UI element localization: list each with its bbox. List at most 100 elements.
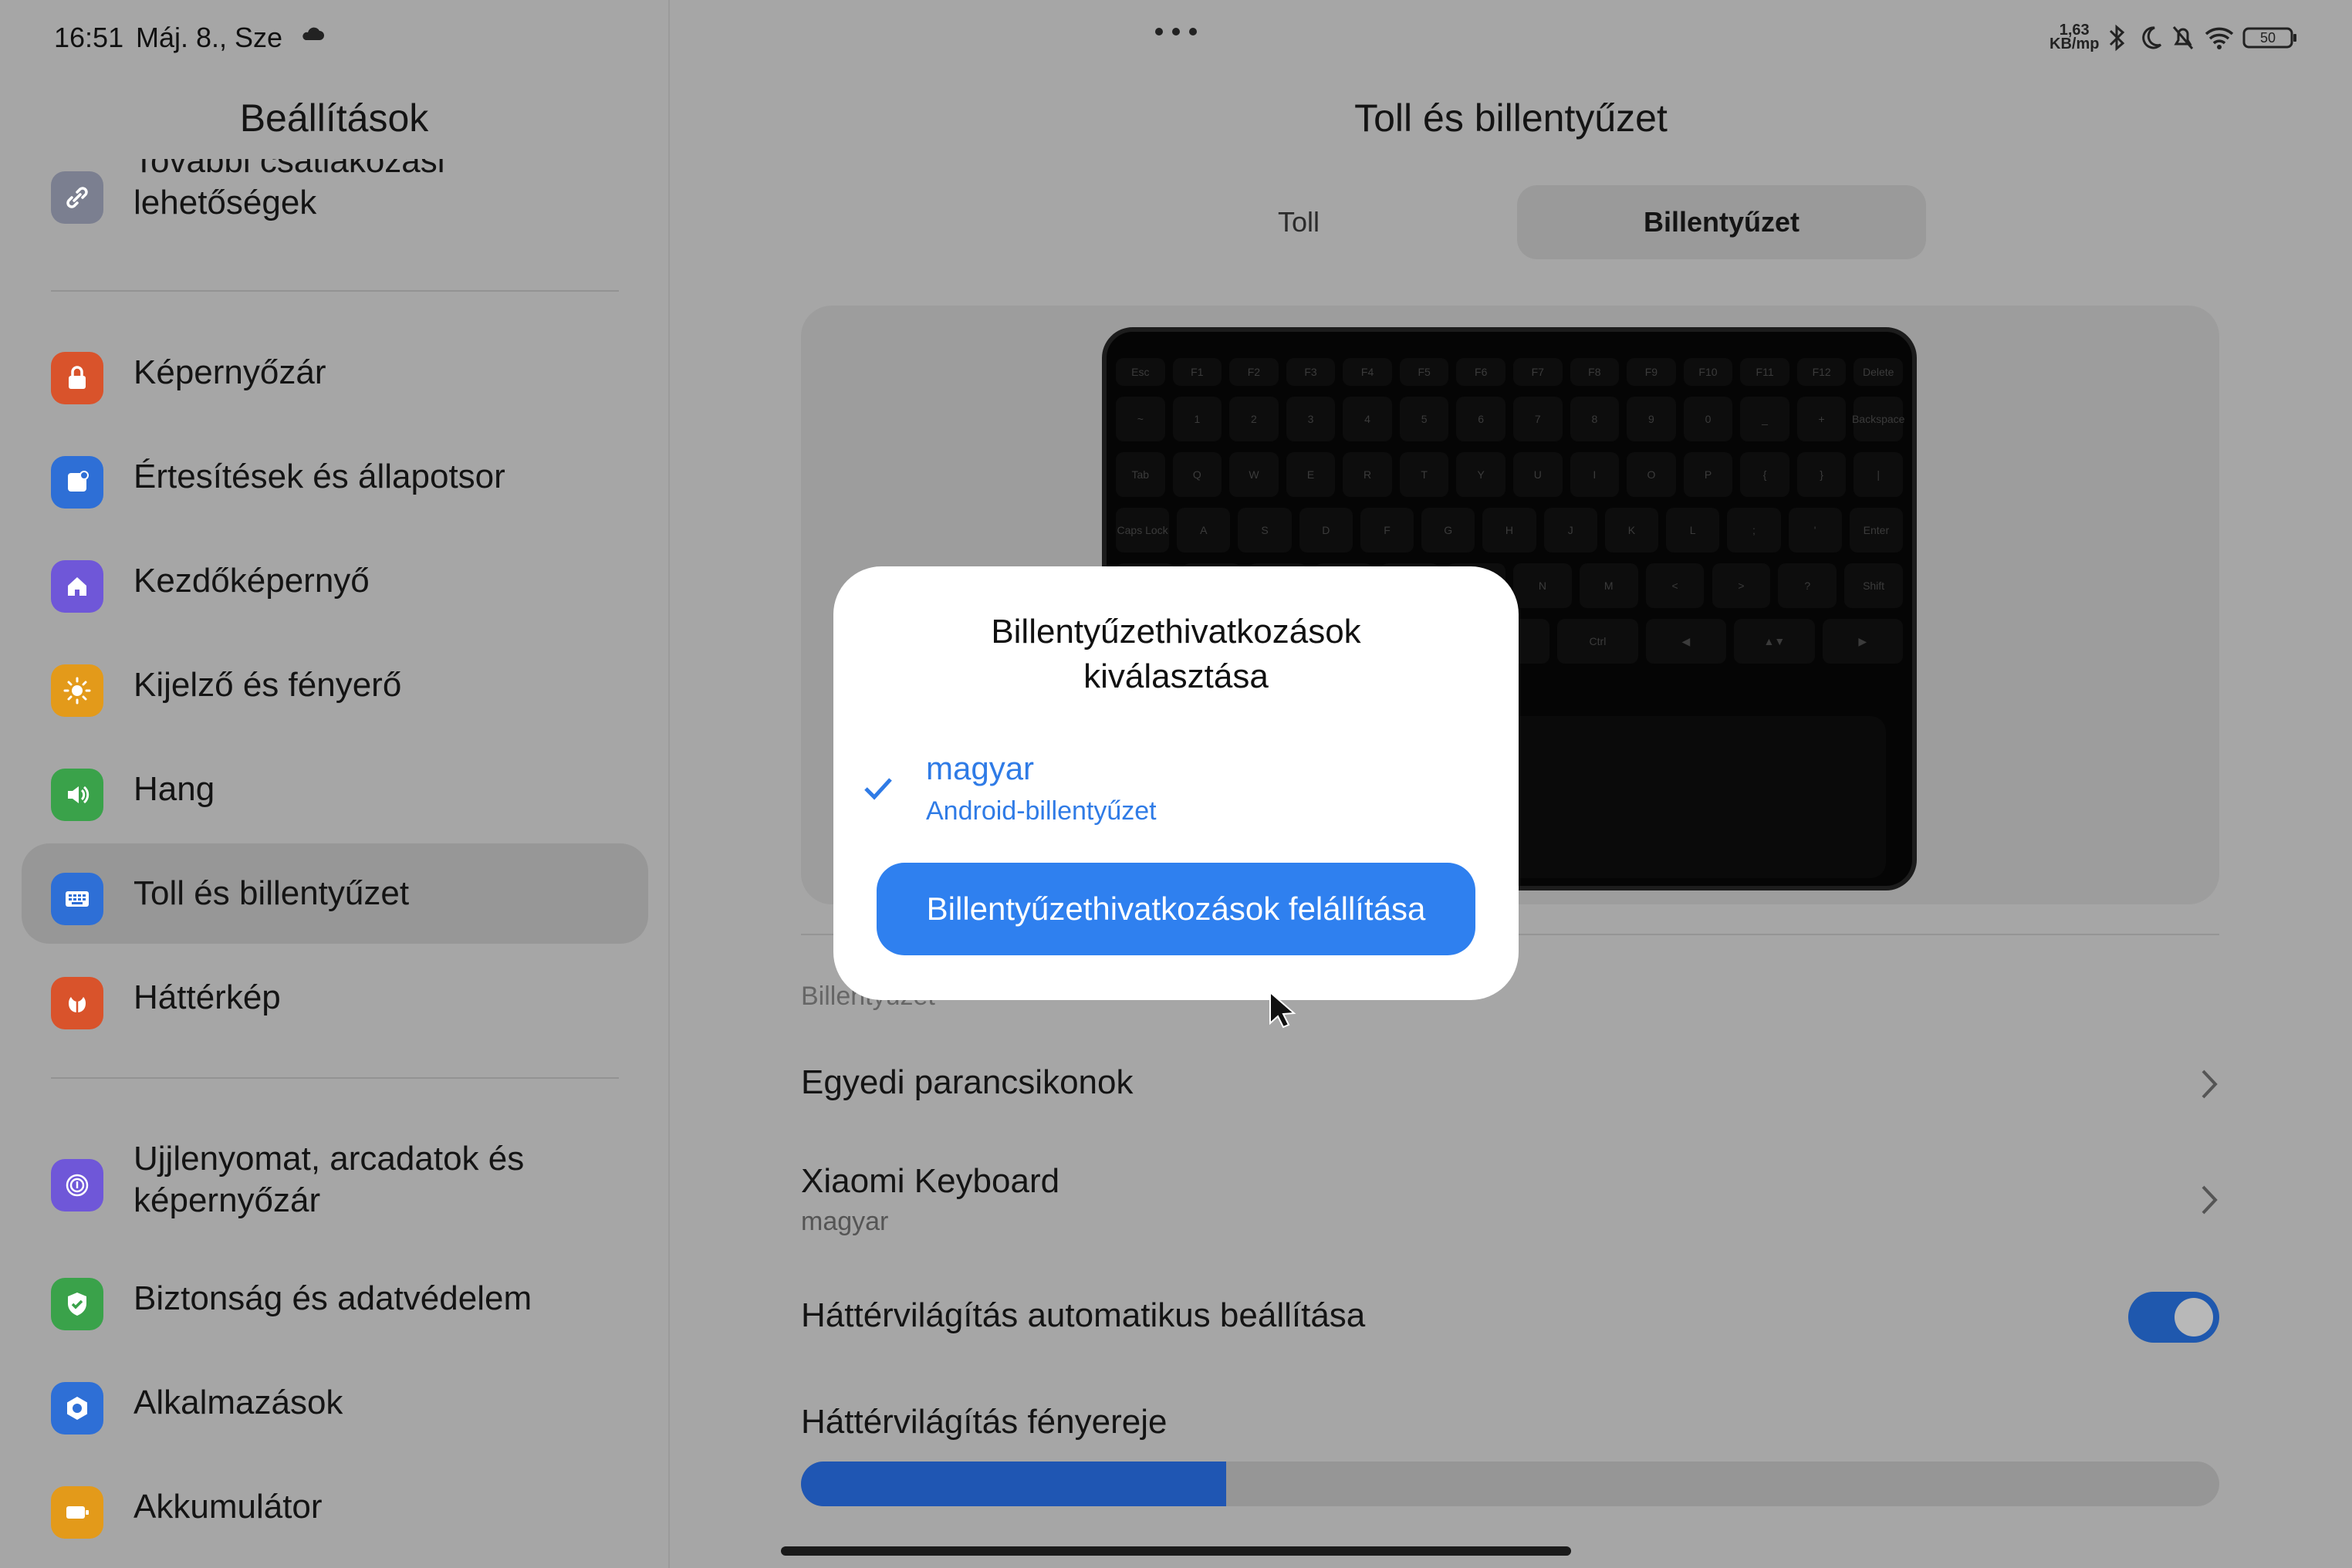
backlight-brightness-slider[interactable] [801,1462,2219,1506]
keyboard-key: 8 [1570,397,1620,441]
page-title: Toll és billentyűzet [1354,96,1668,140]
keyboard-key: 4 [1343,397,1392,441]
chevron-right-icon [2202,1185,2218,1215]
keyboard-key: Caps Lock [1116,508,1170,553]
mouse-pointer-icon [1269,991,1296,1029]
apps-icon [51,1382,103,1435]
backlight-auto-label: Háttérvilágítás automatikus beállítása [801,1296,1366,1334]
keyboard-key: F11 [1740,358,1789,386]
home-indicator[interactable] [781,1546,1571,1556]
keyboard-key: > [1712,563,1771,608]
keyboard-key: { [1740,452,1789,497]
tab-keyboard[interactable]: Billentyűzet [1517,185,1926,259]
keyboard-key: F7 [1513,358,1563,386]
sidebar-item-fingerprint[interactable]: Ujjlenyomat, arcadatok és képernyőzár [22,1130,648,1230]
sidebar-item-security[interactable]: Biztonság és adatvédelem [22,1249,648,1349]
more-dots-icon[interactable] [1153,26,1199,37]
status-date: Máj. 8., Sze [136,22,283,53]
trackpad [1454,716,1886,878]
slider-fill [801,1462,1227,1506]
backlight-brightness-label: Háttérvilágítás fényereje [801,1403,1168,1441]
keyboard-key: ▶ [1822,619,1903,664]
custom-shortcuts-label: Egyedi parancsikonok [801,1063,1134,1101]
keyboard-key: + [1796,397,1847,441]
sidebar-item-more-connections[interactable]: További csatlakozási lehetőségek [22,159,648,239]
keyboard-key: G [1421,508,1475,553]
wifi-icon [2204,25,2235,51]
keyboard-key: O [1627,452,1676,497]
keyboard-key: Tab [1116,452,1165,497]
sidebar-item-label: képernyőzár [133,1181,321,1219]
toggle-knob [2175,1298,2213,1337]
sidebar-item-notifications[interactable]: Értesítések és állapotsor [22,427,648,527]
keyboard-key: 5 [1399,397,1449,441]
keyboard-key: F4 [1343,358,1392,386]
battery-status-icon: 50 [2242,26,2298,49]
custom-shortcuts-row[interactable]: Egyedi parancsikonok [801,1053,2219,1114]
keyboard-key: | [1854,452,1903,497]
keyboard-key: F2 [1229,358,1279,386]
keyboard-key: L [1666,508,1720,553]
keyboard-key: E [1286,452,1336,497]
battery-icon [51,1486,103,1539]
keyboard-key: 7 [1513,397,1563,441]
keyboard-key: K [1604,508,1659,553]
sidebar-item-home-screen[interactable]: Kezdőképernyő [22,531,648,631]
settings-title: Beállítások [239,96,429,140]
sidebar-item-apps[interactable]: Alkalmazások [22,1353,648,1453]
xiaomi-keyboard-row[interactable]: Xiaomi Keyboard magyar [801,1153,2219,1245]
keyboard-key: P [1683,452,1733,497]
sidebar-item-label: Kezdőképernyő [133,562,370,600]
shield-icon [51,1278,103,1330]
sidebar-item-label: Alkalmazások [133,1384,343,1421]
sidebar-item-label: Hang [133,770,215,808]
dialog-option-label[interactable]: magyar [926,750,1034,787]
keyboard-key: F1 [1172,358,1222,386]
keyboard-key: 2 [1229,397,1279,441]
bluetooth-icon [2104,23,2130,52]
keyboard-key: A [1177,508,1231,553]
keyboard-icon [51,873,103,925]
keyboard-key: F5 [1399,358,1449,386]
keyboard-key: H [1482,508,1536,553]
keyboard-key: _ [1740,397,1789,441]
keyboard-key: Q [1172,452,1222,497]
sidebar-item-wallpaper[interactable]: Háttérkép [22,948,648,1048]
keyboard-key: F6 [1456,358,1505,386]
sidebar-item-pen-keyboard[interactable]: Toll és billentyűzet [22,843,648,944]
keyboard-key: < [1645,563,1705,608]
keyboard-key: F10 [1683,358,1733,386]
keyboard-key: 0 [1683,397,1733,441]
keyboard-key: R [1343,452,1392,497]
sidebar-item-label: Biztonság és adatvédelem [133,1279,532,1317]
sun-icon [51,664,103,717]
setup-shortcuts-button[interactable]: Billentyűzethivatkozások felállítása [877,863,1475,955]
keyboard-key: D [1299,508,1353,553]
speaker-icon [51,769,103,821]
wallpaper-icon [51,977,103,1029]
chevron-right-icon [2202,1070,2218,1099]
sidebar-item-label: Háttérkép [133,978,281,1016]
dialog-option-sub: Android-billentyűzet [926,796,1157,826]
keyboard-key: N [1513,563,1572,608]
sidebar-item-display[interactable]: Kijelző és fényerő [22,635,648,735]
net-speed: 1,63 KB/mp [2050,22,2100,52]
keyboard-key: S [1238,508,1292,553]
home-icon [51,560,103,613]
sidebar-item-battery[interactable]: Akkumulátor [22,1457,648,1557]
keyboard-key: ~ [1116,397,1165,441]
sidebar-item-label: Kijelző és fényerő [133,666,402,704]
sidebar-item-label: További csatlakozási [133,159,445,180]
keyboard-key: T [1399,452,1449,497]
sidebar-divider [51,1077,619,1079]
keyboard-key: 6 [1456,397,1505,441]
sidebar-item-label: Értesítések és állapotsor [133,458,505,495]
backlight-auto-toggle[interactable] [2128,1292,2219,1343]
link-icon [51,171,103,224]
check-icon [864,778,892,800]
sidebar-item-lock-screen[interactable]: Képernyőzár [22,323,648,423]
xiaomi-keyboard-label: Xiaomi Keyboard [801,1162,1060,1200]
keyboard-key: F [1360,508,1414,553]
sidebar-item-sound[interactable]: Hang [22,739,648,840]
tab-pen[interactable]: Toll [1195,185,1403,259]
